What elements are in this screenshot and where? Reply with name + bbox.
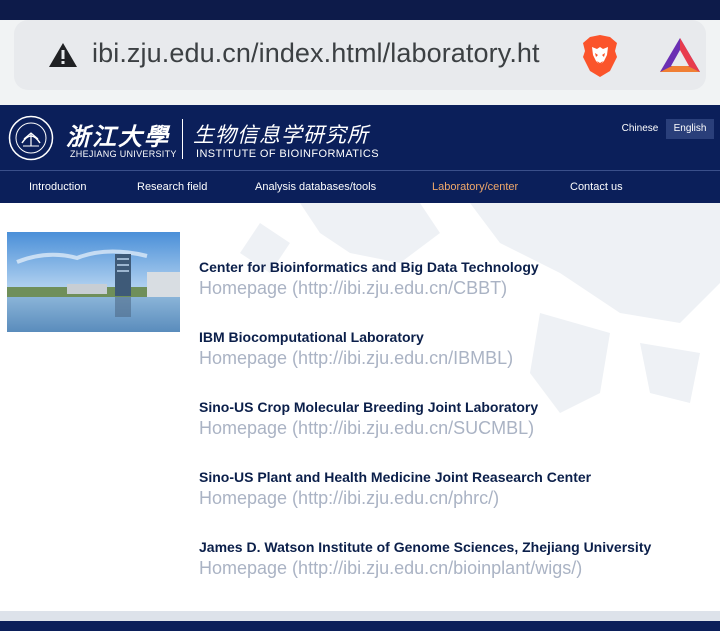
lab-name: Sino-US Plant and Health Medicine Joint … <box>199 469 592 485</box>
lab-entry: IBM Biocomputational Laboratory Homepage… <box>199 329 714 369</box>
university-name-cn: 浙江大學 <box>66 122 170 151</box>
brave-rewards-icon[interactable] <box>658 36 702 74</box>
main-nav: Introduction Research field Analysis dat… <box>0 170 720 203</box>
main-content: Center for Bioinformatics and Big Data T… <box>0 203 720 611</box>
lab-homepage-link[interactable]: Homepage (http://ibi.zju.edu.cn/IBMBL) <box>199 348 714 369</box>
nav-contact-us[interactable]: Contact us <box>570 171 623 204</box>
nav-research-field[interactable]: Research field <box>137 171 207 204</box>
logo-divider <box>182 119 183 159</box>
lab-entry: Sino-US Plant and Health Medicine Joint … <box>199 469 714 509</box>
lab-homepage-link[interactable]: Homepage (http://ibi.zju.edu.cn/bioinpla… <box>199 558 714 579</box>
url-text[interactable]: ibi.zju.edu.cn/index.html/laboratory.ht <box>92 38 540 69</box>
site-header: 浙江大學 ZHEJIANG UNIVERSITY 生物信息学研究所 INSTIT… <box>0 105 720 170</box>
lab-homepage-link[interactable]: Homepage (http://ibi.zju.edu.cn/SUCMBL) <box>199 418 714 439</box>
lab-entry: James D. Watson Institute of Genome Scie… <box>199 539 714 579</box>
institute-name-en: INSTITUTE OF BIOINFORMATICS <box>196 148 379 160</box>
lab-name: Sino-US Crop Molecular Breeding Joint La… <box>199 399 539 415</box>
language-chinese-button[interactable]: Chinese <box>615 119 665 139</box>
footer-separator <box>0 611 720 621</box>
lab-name: IBM Biocomputational Laboratory <box>199 329 424 345</box>
nav-introduction[interactable]: Introduction <box>29 171 86 204</box>
nav-laboratory-center[interactable]: Laboratory/center <box>432 171 518 204</box>
footer <box>0 621 720 631</box>
nav-analysis-tools[interactable]: Analysis databases/tools <box>255 171 376 204</box>
browser-toolbar: ibi.zju.edu.cn/index.html/laboratory.ht <box>0 20 720 105</box>
lab-name: James D. Watson Institute of Genome Scie… <box>199 539 652 555</box>
language-english-button[interactable]: English <box>666 119 714 139</box>
lab-name: Center for Bioinformatics and Big Data T… <box>199 259 539 275</box>
campus-photo <box>7 232 180 332</box>
address-bar[interactable]: ibi.zju.edu.cn/index.html/laboratory.ht <box>14 20 706 90</box>
lab-homepage-link[interactable]: Homepage (http://ibi.zju.edu.cn/phrc/) <box>199 488 714 509</box>
warning-icon[interactable] <box>48 42 78 68</box>
brave-lion-icon[interactable] <box>580 33 620 79</box>
lab-entry: Center for Bioinformatics and Big Data T… <box>199 259 714 299</box>
university-name-en: ZHEJIANG UNIVERSITY <box>70 149 177 159</box>
institute-name-cn: 生物信息学研究所 <box>193 123 369 147</box>
lab-entry: Sino-US Crop Molecular Breeding Joint La… <box>199 399 714 439</box>
lab-homepage-link[interactable]: Homepage (http://ibi.zju.edu.cn/CBBT) <box>199 278 714 299</box>
zju-seal-logo[interactable] <box>8 115 54 161</box>
status-bar <box>0 0 720 20</box>
